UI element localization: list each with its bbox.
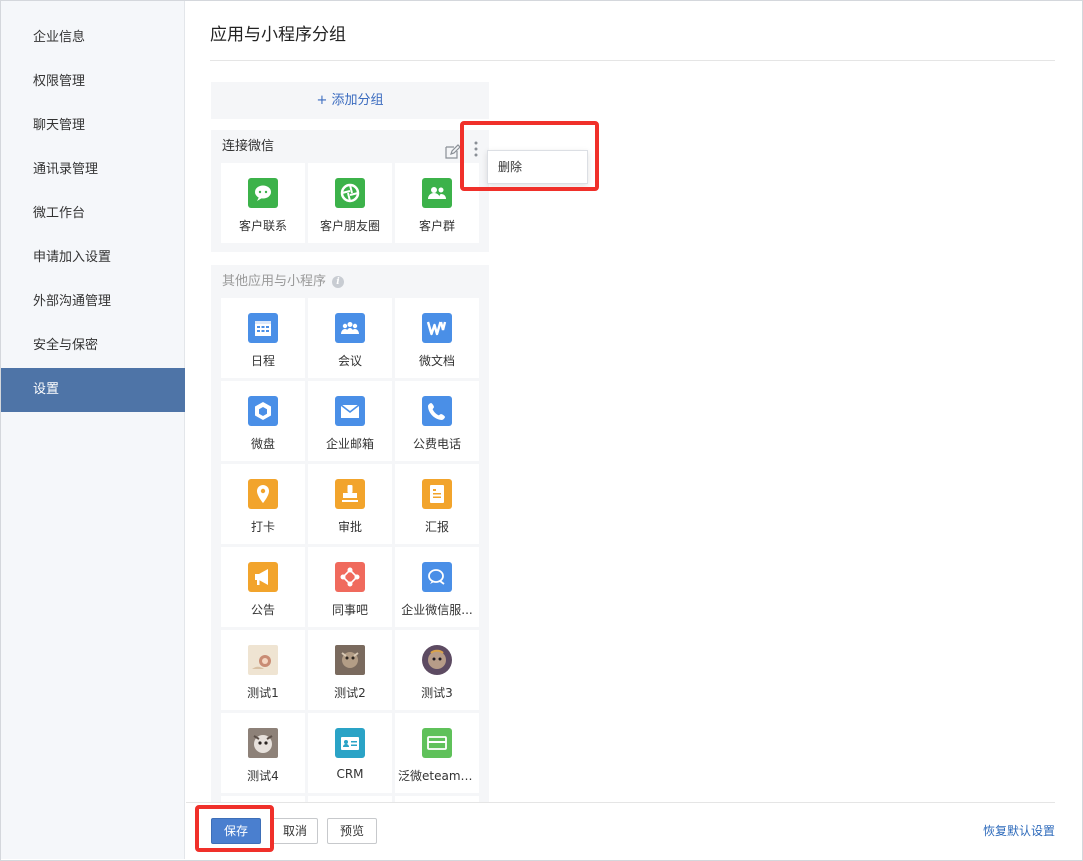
people-group-icon — [422, 178, 452, 208]
sidebar-item-contacts-management[interactable]: 通讯录管理 — [1, 148, 185, 192]
app-label: 测试1 — [247, 686, 279, 700]
aperture-icon — [335, 178, 365, 208]
cancel-button[interactable]: 取消 — [272, 818, 318, 844]
service-chat-icon — [422, 562, 452, 592]
divider — [186, 802, 1055, 803]
preview-button[interactable]: 预览 — [327, 818, 377, 844]
app-tile-test4[interactable]: 测试4 — [221, 713, 305, 793]
sidebar-item-workbench[interactable]: 微工作台 — [1, 192, 185, 236]
highlight-box — [460, 121, 599, 191]
app-tile-test1[interactable]: 测试1 — [221, 630, 305, 710]
app-tile-clock-in[interactable]: 打卡 — [221, 464, 305, 544]
wechat-chat-icon — [248, 178, 278, 208]
sidebar-item-join-settings[interactable]: 申请加入设置 — [1, 236, 185, 280]
app-tile-meeting[interactable]: 会议 — [308, 298, 392, 378]
app-label: 微盘 — [250, 437, 275, 451]
add-group-button[interactable]: + 添加分组 — [211, 82, 489, 119]
app-label: 审批 — [337, 520, 362, 534]
phone-icon — [422, 396, 452, 426]
sidebar-item-security[interactable]: 安全与保密 — [1, 324, 185, 368]
app-tile-customer-contact[interactable]: 客户联系 — [221, 163, 305, 243]
page-title: 应用与小程序分组 — [210, 25, 346, 45]
app-tile-customer-moments[interactable]: 客户朋友圈 — [308, 163, 392, 243]
app-tile-report[interactable]: 汇报 — [395, 464, 479, 544]
restore-defaults-link[interactable]: 恢复默认设置 — [983, 822, 1055, 839]
sidebar-item-chat-management[interactable]: 聊天管理 — [1, 104, 185, 148]
app-tile-eteams[interactable]: 泛微eteams... — [395, 713, 479, 793]
app-label: 测试3 — [421, 686, 453, 700]
app-tile-colleague-bar[interactable]: 同事吧 — [308, 547, 392, 627]
id-card-icon — [335, 728, 365, 758]
edit-icon[interactable] — [445, 139, 461, 159]
app-label: CRM — [336, 767, 364, 781]
location-pin-icon — [248, 479, 278, 509]
app-label: 泛微eteams... — [398, 769, 479, 783]
sidebar-item-external-communication[interactable]: 外部沟通管理 — [1, 280, 185, 324]
app-tile-weidisk[interactable]: 微盘 — [221, 381, 305, 461]
app-tile-public-phone[interactable]: 公费电话 — [395, 381, 479, 461]
drive-icon — [248, 396, 278, 426]
app-label: 客户群 — [418, 219, 455, 233]
photo-thumbnail-icon — [422, 645, 452, 675]
app-label: 测试2 — [334, 686, 366, 700]
app-label: 日程 — [250, 354, 275, 368]
app-tile-test3[interactable]: 测试3 — [395, 630, 479, 710]
mail-icon — [335, 396, 365, 426]
app-label: 同事吧 — [331, 603, 368, 617]
group-name: 连接微信 — [222, 139, 275, 154]
app-tile-wework-service[interactable]: 企业微信服... — [395, 547, 479, 627]
group-header: 连接微信 — [211, 130, 489, 163]
app-label: 企业微信服... — [401, 603, 473, 617]
calendar-icon — [248, 313, 278, 343]
app-group-other-apps: 其他应用与小程序 i 日程 会议 微文档 微盘 企业邮箱 公费电话 打卡 审批 … — [211, 265, 489, 802]
photo-thumbnail-icon — [248, 645, 278, 675]
app-label: 打卡 — [250, 520, 275, 534]
group-header: 其他应用与小程序 i — [211, 265, 489, 298]
stamp-icon — [335, 479, 365, 509]
photo-thumbnail-icon — [335, 645, 365, 675]
divider — [210, 60, 1055, 61]
app-tile-announcement[interactable]: 公告 — [221, 547, 305, 627]
app-label: 微文档 — [418, 354, 455, 368]
app-label: 会议 — [337, 354, 362, 368]
network-icon — [335, 562, 365, 592]
photo-thumbnail-icon — [248, 728, 278, 758]
app-label: 公费电话 — [412, 437, 461, 451]
highlight-box — [195, 805, 274, 852]
app-label: 公告 — [250, 603, 275, 617]
info-icon[interactable]: i — [332, 275, 345, 288]
card-icon — [422, 728, 452, 758]
app-group-connect-wechat: 连接微信 客户联系 客户朋友圈 客户群 — [211, 130, 489, 252]
document-w-icon — [422, 313, 452, 343]
app-tile-test2[interactable]: 测试2 — [308, 630, 392, 710]
app-tile-approval[interactable]: 审批 — [308, 464, 392, 544]
app-label: 测试4 — [247, 769, 279, 783]
app-tile-enterprise-mail[interactable]: 企业邮箱 — [308, 381, 392, 461]
meeting-icon — [335, 313, 365, 343]
app-label: 客户朋友圈 — [319, 219, 380, 233]
group-name: 其他应用与小程序 — [222, 274, 327, 289]
report-icon — [422, 479, 452, 509]
app-tile-crm[interactable]: CRM — [308, 713, 392, 793]
sidebar-item-company-info[interactable]: 企业信息 — [1, 16, 185, 60]
app-tile-weidoc[interactable]: 微文档 — [395, 298, 479, 378]
sidebar: 企业信息 权限管理 聊天管理 通讯录管理 微工作台 申请加入设置 外部沟通管理 … — [1, 1, 185, 859]
megaphone-icon — [248, 562, 278, 592]
app-label: 汇报 — [424, 520, 449, 534]
app-tile-schedule[interactable]: 日程 — [221, 298, 305, 378]
app-label: 企业邮箱 — [325, 437, 374, 451]
sidebar-item-permissions[interactable]: 权限管理 — [1, 60, 185, 104]
app-label: 客户联系 — [238, 219, 287, 233]
sidebar-item-settings[interactable]: 设置 — [1, 368, 185, 412]
